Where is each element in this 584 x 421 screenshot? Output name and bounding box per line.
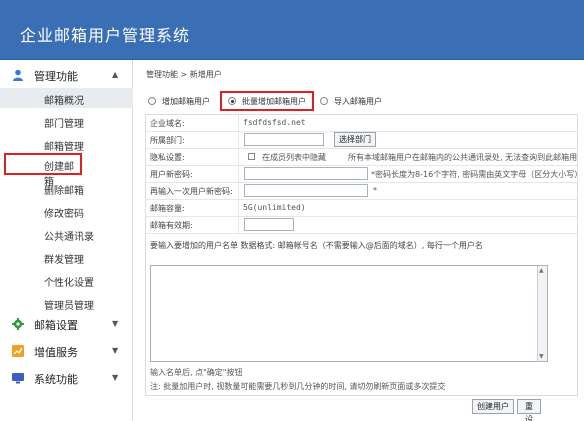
field-label: 隐私设置:	[150, 153, 185, 162]
sidebar: 管理功能 ▲ 邮箱概况 部门管理 邮箱管理 创建邮箱 删除邮箱 修改密码 公共通…	[0, 60, 133, 421]
quota-value: 5G(unlimited)	[243, 203, 306, 212]
password-input[interactable]	[244, 167, 368, 180]
sidebar-group-manage[interactable]: 管理功能 ▲	[0, 64, 133, 86]
privacy-note: 所有本域邮箱用户在邮箱内的公共通讯录处, 无法查询到此邮箱用户信	[348, 153, 577, 162]
sidebar-item-label: 修改密码	[44, 209, 84, 220]
batch-note: 注: 批量加用户时, 视数量可能需要几秒到几分钟的时间, 请切勿刷新页面或多次提…	[150, 382, 446, 391]
sidebar-item-personalize[interactable]: 个性化设置	[0, 270, 133, 290]
scroll-down-icon[interactable]: ▼	[539, 353, 544, 360]
field-label: 再输入一次用户新密码:	[150, 187, 233, 196]
sidebar-group-label: 增值服务	[34, 346, 78, 359]
sidebar-item-mailboxes[interactable]: 邮箱管理	[0, 134, 133, 154]
row-names-prompt: 要输入要增加的用户名单 数据格式: 邮箱帐号名（不需要输入@后面的域名）, 每行…	[146, 234, 577, 256]
chevron-down-icon[interactable]: ▼	[112, 373, 118, 382]
sidebar-group-label: 邮箱设置	[34, 319, 78, 332]
row-quota: 邮箱容量: 5G(unlimited)	[146, 200, 577, 217]
app-header: 企业邮箱用户管理系统	[0, 0, 584, 60]
create-user-button[interactable]: 创建用户	[472, 399, 514, 414]
required-mark: *	[373, 186, 377, 195]
sidebar-item-delete-mailbox[interactable]: 删除邮箱	[0, 178, 133, 198]
sidebar-item-label: 个性化设置	[44, 278, 94, 289]
field-label: 所属部门:	[150, 136, 185, 145]
batch-add-form: 企业域名: fsdfdsfsd.net 所属部门: 选择部门 隐私设置: 在成员…	[145, 114, 578, 396]
row-privacy: 隐私设置: 在成员列表中隐藏 所有本域邮箱用户在邮箱内的公共通讯录处, 无法查询…	[146, 149, 577, 166]
field-label: 邮箱有效期:	[150, 221, 193, 230]
sidebar-item-departments[interactable]: 部门管理	[0, 111, 133, 131]
hide-in-list-checkbox[interactable]	[248, 153, 255, 160]
sidebar-group-mail-settings[interactable]: 邮箱设置 ▼	[0, 313, 133, 335]
radio-add-user[interactable]: 增加邮箱用户	[148, 93, 210, 109]
sidebar-item-create-mailbox[interactable]: 创建邮箱	[4, 153, 82, 188]
sidebar-group-system[interactable]: 系统功能 ▼	[0, 367, 133, 389]
sidebar-item-label: 删除邮箱	[44, 186, 84, 197]
radio-dot	[228, 97, 236, 105]
gear-icon	[12, 318, 24, 330]
chart-icon	[12, 345, 24, 357]
row-domain: 企业域名: fsdfdsfsd.net	[146, 115, 577, 132]
row-password: 用户新密码: *密码长度为8-16个字符, 密码需由英文字母（区分大小写）、	[146, 166, 577, 183]
user-names-textarea[interactable]: ▲ ▼	[150, 265, 548, 362]
password-hint: *密码长度为8-16个字符, 密码需由英文字母（区分大小写）、	[371, 170, 577, 179]
sidebar-item-change-password[interactable]: 修改密码	[0, 201, 133, 221]
add-mode-selector: 增加邮箱用户 批量增加邮箱用户 导入邮箱用户	[146, 91, 576, 111]
sidebar-item-overview[interactable]: 邮箱概况	[0, 88, 133, 108]
department-input[interactable]	[244, 133, 324, 146]
radio-dot	[320, 97, 328, 105]
enter-names-hint: 输入名单后, 点"确定"按钮	[150, 368, 243, 377]
domain-value: fsdfdsfsd.net	[243, 118, 306, 127]
sidebar-item-label: 邮箱管理	[44, 142, 84, 153]
radio-label: 批量增加邮箱用户	[242, 96, 306, 106]
expiry-input[interactable]	[244, 218, 294, 231]
reset-button[interactable]: 重设	[517, 399, 541, 421]
radio-label: 增加邮箱用户	[162, 96, 210, 106]
sidebar-item-mass-mail[interactable]: 群发管理	[0, 247, 133, 267]
radio-batch-add-user[interactable]: 批量增加邮箱用户	[220, 91, 314, 111]
scroll-up-icon[interactable]: ▲	[539, 267, 544, 274]
radio-label: 导入邮箱用户	[334, 96, 382, 106]
sidebar-item-label: 邮箱概况	[44, 96, 84, 107]
chevron-down-icon[interactable]: ▼	[112, 319, 118, 328]
user-icon	[13, 69, 23, 81]
sidebar-item-label: 管理员管理	[44, 301, 94, 312]
select-department-button[interactable]: 选择部门	[334, 132, 376, 147]
names-prompt: 要输入要增加的用户名单 数据格式: 邮箱帐号名（不需要输入@后面的域名）, 每行…	[150, 241, 483, 250]
field-label: 用户新密码:	[150, 170, 193, 179]
breadcrumb: 管理功能 > 新增用户	[146, 70, 222, 79]
field-label: 企业域名:	[150, 119, 185, 128]
checkbox-label: 在成员列表中隐藏	[262, 153, 326, 162]
radio-import-user[interactable]: 导入邮箱用户	[320, 93, 382, 109]
sidebar-group-label: 管理功能	[34, 70, 78, 83]
sidebar-group-value-added[interactable]: 增值服务 ▼	[0, 340, 133, 362]
chevron-up-icon[interactable]: ▲	[112, 70, 118, 79]
sidebar-item-address-book[interactable]: 公共通讯录	[0, 224, 133, 244]
sidebar-item-label: 群发管理	[44, 255, 84, 266]
sidebar-item-label: 部门管理	[44, 119, 84, 130]
row-confirm-password: 再输入一次用户新密码: *	[146, 183, 577, 200]
textarea-scrollbar[interactable]: ▲ ▼	[537, 266, 547, 361]
radio-dot	[148, 97, 156, 105]
confirm-password-input[interactable]	[244, 184, 368, 197]
chevron-down-icon[interactable]: ▼	[112, 346, 118, 355]
row-department: 所属部门: 选择部门	[146, 132, 577, 149]
app-title: 企业邮箱用户管理系统	[20, 26, 191, 45]
sidebar-group-label: 系统功能	[34, 373, 78, 386]
monitor-icon	[12, 373, 24, 384]
row-expiry: 邮箱有效期:	[146, 217, 577, 234]
sidebar-item-admins[interactable]: 管理员管理	[0, 293, 133, 313]
sidebar-item-label: 公共通讯录	[44, 232, 94, 243]
field-label: 邮箱容量:	[150, 204, 185, 213]
